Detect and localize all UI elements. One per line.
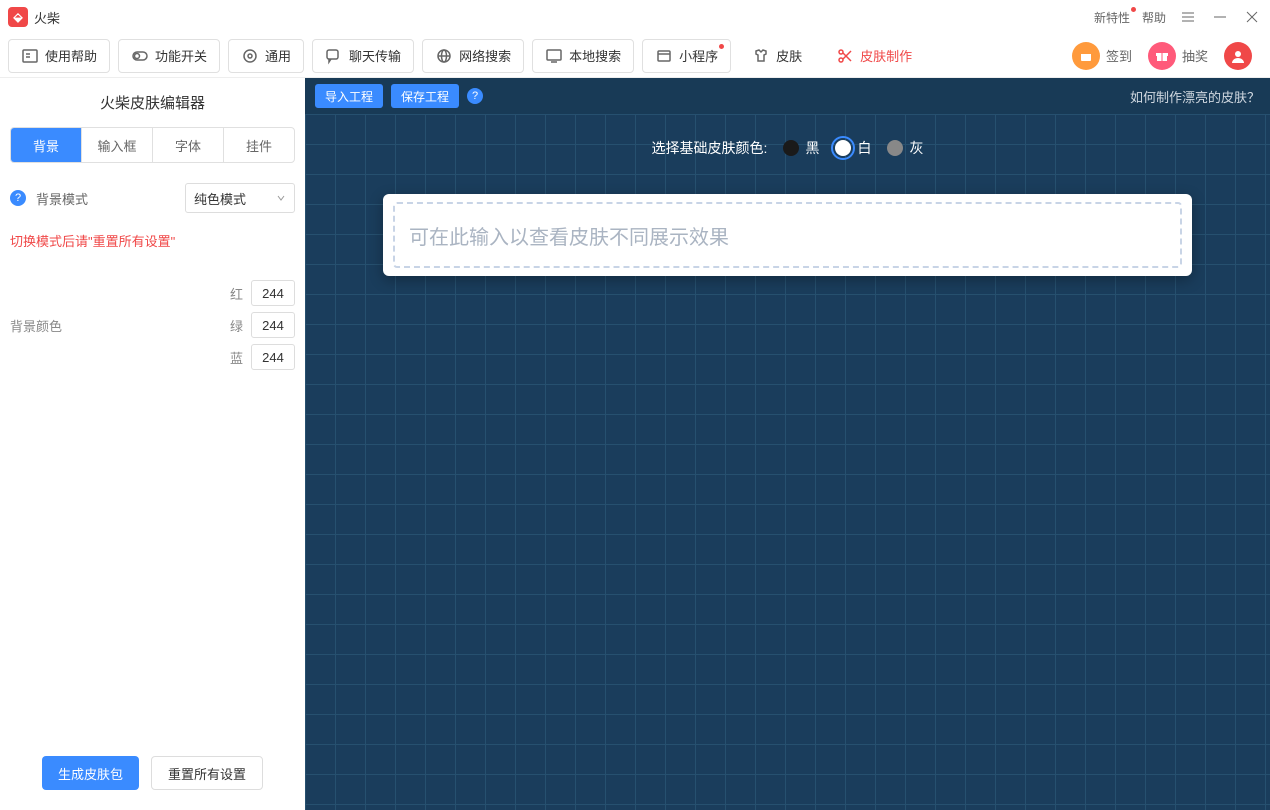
tab-chat[interactable]: 聊天传输 bbox=[312, 39, 414, 73]
tab-skin-design[interactable]: 皮肤制作 bbox=[823, 39, 925, 73]
canvas: 导入工程 保存工程 ? 如何制作漂亮的皮肤？ 选择基础皮肤颜色: 黑 白 灰 可… bbox=[305, 78, 1270, 810]
tab-miniapp[interactable]: 小程序 bbox=[642, 39, 731, 73]
preview-input[interactable]: 可在此输入以查看皮肤不同展示效果 bbox=[393, 202, 1182, 268]
monitor-icon bbox=[545, 47, 563, 65]
red-label: 红 bbox=[230, 284, 243, 303]
chat-icon bbox=[325, 47, 343, 65]
miniapp-icon bbox=[655, 47, 673, 65]
canvas-main: 选择基础皮肤颜色: 黑 白 灰 可在此输入以查看皮肤不同展示效果 bbox=[305, 114, 1270, 810]
base-color-black[interactable]: 黑 bbox=[783, 138, 819, 158]
toggle-icon bbox=[131, 47, 149, 65]
signin-button[interactable]: 签到 bbox=[1072, 42, 1132, 70]
calendar-icon bbox=[1072, 42, 1100, 70]
generate-button[interactable]: 生成皮肤包 bbox=[42, 756, 139, 790]
title-bar: ⬙ 火柴 新特性 帮助 bbox=[0, 0, 1270, 34]
chevron-down-icon bbox=[276, 193, 286, 203]
tab-web-search[interactable]: 网络搜索 bbox=[422, 39, 524, 73]
help-icon[interactable]: ? bbox=[10, 190, 26, 206]
close-icon[interactable] bbox=[1242, 7, 1262, 27]
tab-skin[interactable]: 皮肤 bbox=[739, 39, 815, 73]
blue-label: 蓝 bbox=[230, 348, 243, 367]
gear-icon bbox=[241, 47, 259, 65]
bg-mode-label: 背景模式 bbox=[36, 189, 88, 208]
canvas-toolbar: 导入工程 保存工程 ? 如何制作漂亮的皮肤？ bbox=[305, 78, 1270, 114]
minimize-icon[interactable] bbox=[1210, 7, 1230, 27]
sidebar-tabs: 背景 输入框 字体 挂件 bbox=[10, 127, 295, 163]
save-button[interactable]: 保存工程 bbox=[391, 84, 459, 108]
red-input[interactable] bbox=[251, 280, 295, 306]
green-input[interactable] bbox=[251, 312, 295, 338]
menu-icon[interactable] bbox=[1178, 7, 1198, 27]
tab-switch[interactable]: 功能开关 bbox=[118, 39, 220, 73]
gift-icon bbox=[1148, 42, 1176, 70]
app-logo: ⬙ bbox=[8, 7, 28, 27]
sidebar-title: 火柴皮肤编辑器 bbox=[10, 92, 295, 113]
import-button[interactable]: 导入工程 bbox=[315, 84, 383, 108]
base-color-selector: 选择基础皮肤颜色: 黑 白 灰 bbox=[305, 138, 1270, 158]
help-link[interactable]: 帮助 bbox=[1142, 9, 1166, 26]
base-color-gray[interactable]: 灰 bbox=[887, 138, 923, 158]
new-feature-link[interactable]: 新特性 bbox=[1094, 9, 1130, 26]
top-tabs: 使用帮助 功能开关 通用 聊天传输 网络搜索 本地搜索 小程序 皮肤 皮肤制作 … bbox=[0, 34, 1270, 78]
toolbar-help-icon[interactable]: ? bbox=[467, 88, 483, 104]
sidebar-tab-input[interactable]: 输入框 bbox=[82, 128, 153, 162]
sidebar-tab-widget[interactable]: 挂件 bbox=[224, 128, 294, 162]
shirt-icon bbox=[752, 47, 770, 65]
sidebar: 火柴皮肤编辑器 背景 输入框 字体 挂件 ? 背景模式 纯色模式 切换模式后请"… bbox=[0, 78, 305, 810]
avatar[interactable] bbox=[1224, 42, 1252, 70]
reset-button[interactable]: 重置所有设置 bbox=[151, 756, 263, 790]
preview-card: 可在此输入以查看皮肤不同展示效果 bbox=[383, 194, 1192, 276]
warning-text: 切换模式后请"重置所有设置" bbox=[10, 231, 295, 250]
help-doc-icon bbox=[21, 47, 39, 65]
help-tip-link[interactable]: 如何制作漂亮的皮肤？ bbox=[1130, 87, 1260, 106]
green-label: 绿 bbox=[230, 316, 243, 335]
sidebar-tab-font[interactable]: 字体 bbox=[153, 128, 224, 162]
bg-mode-select[interactable]: 纯色模式 bbox=[185, 183, 295, 213]
globe-icon bbox=[435, 47, 453, 65]
sidebar-tab-background[interactable]: 背景 bbox=[11, 128, 82, 162]
app-title: 火柴 bbox=[34, 8, 60, 27]
base-color-white[interactable]: 白 bbox=[835, 138, 871, 158]
tab-help[interactable]: 使用帮助 bbox=[8, 39, 110, 73]
blue-input[interactable] bbox=[251, 344, 295, 370]
tab-general[interactable]: 通用 bbox=[228, 39, 304, 73]
bg-color-label: 背景颜色 bbox=[10, 316, 90, 335]
tab-local-search[interactable]: 本地搜索 bbox=[532, 39, 634, 73]
lottery-button[interactable]: 抽奖 bbox=[1148, 42, 1208, 70]
base-color-label: 选择基础皮肤颜色: bbox=[652, 138, 768, 158]
scissors-icon bbox=[836, 47, 854, 65]
